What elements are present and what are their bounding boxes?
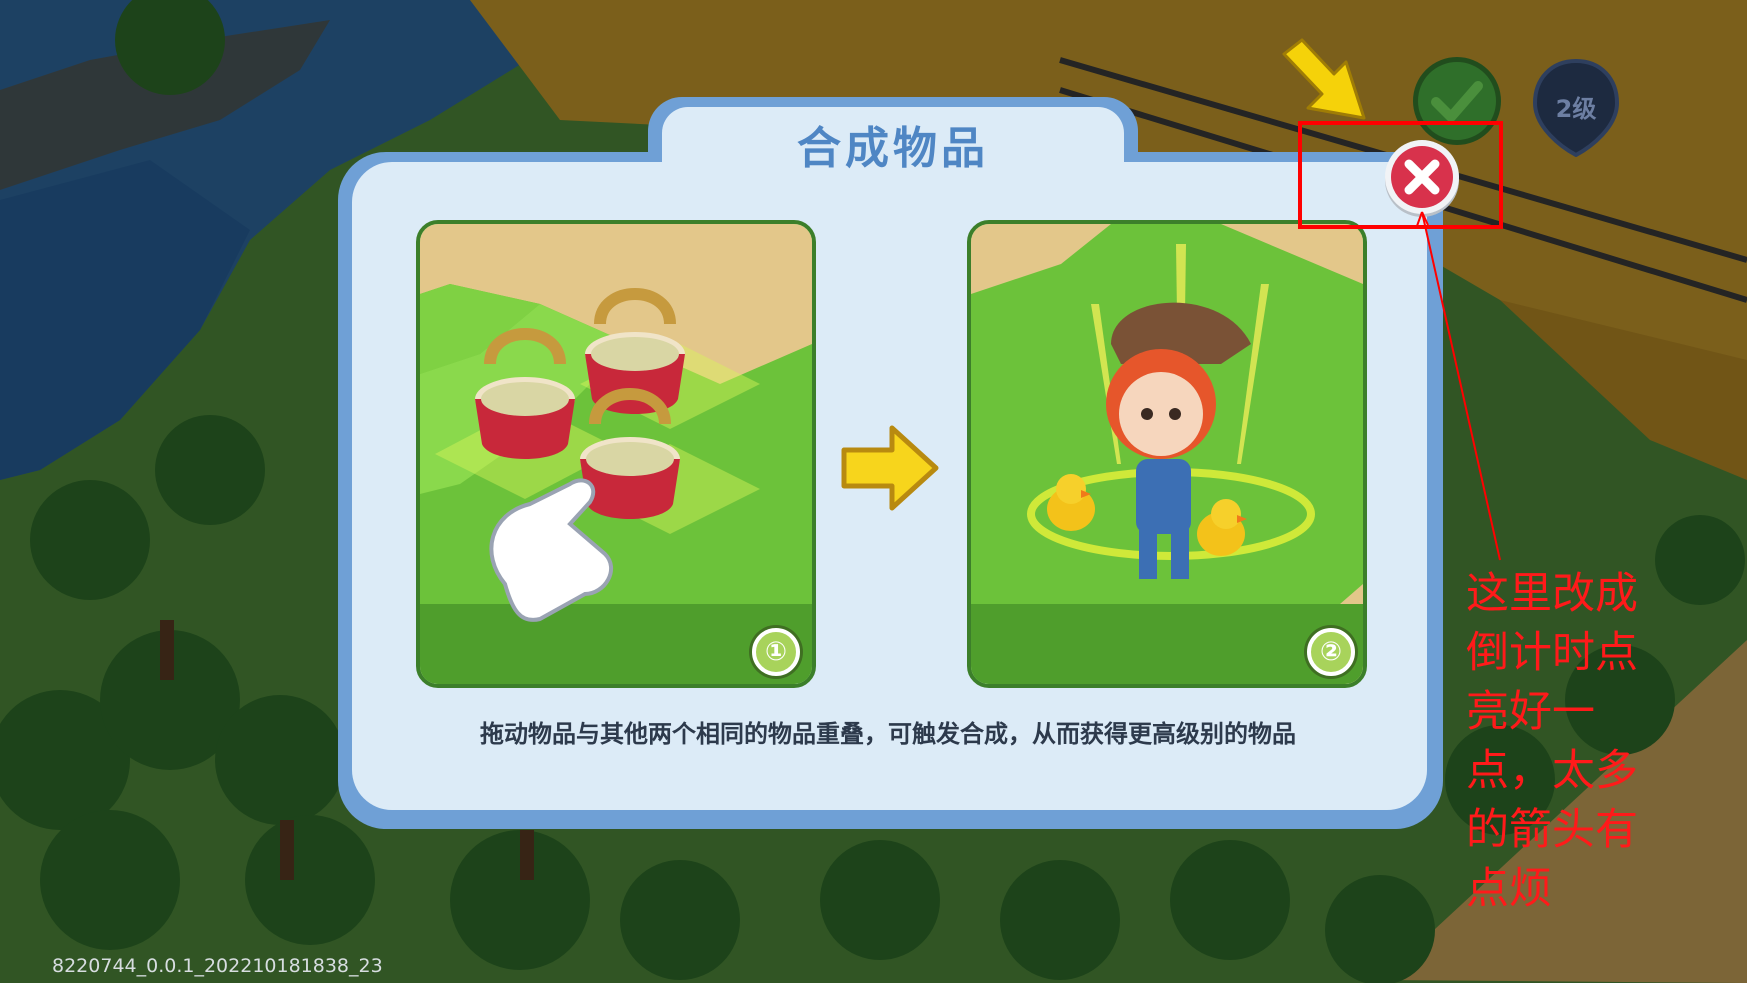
step-2-number: ② [1307,628,1355,676]
step-1-number: ① [752,628,800,676]
right-arrow-icon [841,425,939,511]
farmer-girl-reward-illustration [971,224,1363,684]
merge-tutorial-dialog: 合成物品 ① ② 拖动物品与其他两个相同的物品重叠，可触发合成，从而获得更高级别… [338,97,1443,829]
step-2-panel: ② [967,220,1367,688]
merge-baskets-illustration [420,224,812,684]
build-version-label: 8220744_0.0.1_202210181838_23 [52,955,383,977]
level-badge[interactable]: 2级 [1531,57,1621,158]
hint-arrow-icon [1282,38,1366,120]
dialog-description: 拖动物品与其他两个相同的物品重叠，可触发合成，从而获得更高级别的物品 [480,720,1296,748]
dialog-title: 合成物品 [797,123,989,174]
annotation-highlight-box [1298,121,1503,229]
annotation-note: 这里改成倒计时点亮好一点，太多的箭头有点烦 [1466,569,1638,914]
level-label: 2级 [1555,95,1597,123]
step-1-panel: ① [416,220,816,688]
